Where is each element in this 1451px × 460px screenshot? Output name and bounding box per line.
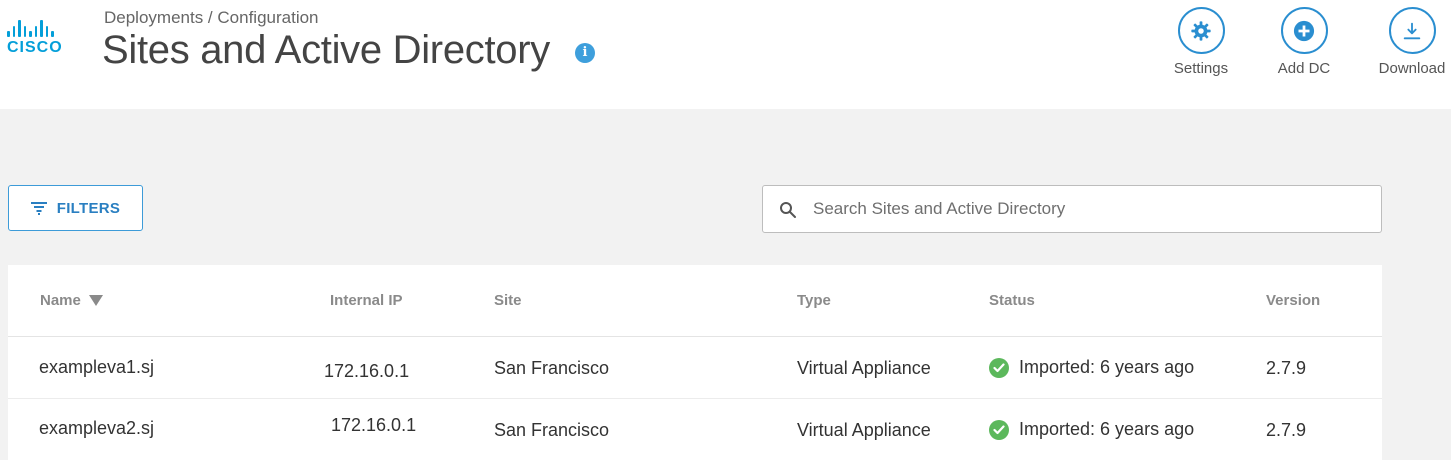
cell-name[interactable]: exampleva1.sj [39, 357, 154, 378]
add-dc-label: Add DC [1277, 60, 1331, 77]
download-icon [1388, 7, 1436, 54]
plus-circle-icon [1280, 7, 1328, 54]
column-header-internal-ip[interactable]: Internal IP [330, 292, 403, 309]
search-input[interactable] [813, 186, 1373, 232]
cell-site: San Francisco [494, 358, 610, 378]
filters-button[interactable]: FILTERS [8, 185, 143, 231]
cell-internal-ip: 172.16.0.1 [331, 415, 417, 435]
download-button[interactable]: Download [1372, 7, 1451, 77]
cisco-logo-wordmark: CISCO [7, 39, 63, 56]
cell-type: Virtual Appliance [797, 358, 931, 378]
column-header-site[interactable]: Site [494, 292, 522, 309]
column-header-type[interactable]: Type [797, 292, 831, 309]
page-header: CISCO Deployments / Configuration Sites … [0, 0, 1451, 109]
table-header: Name Internal IP Site Type Status Versio… [8, 265, 1382, 337]
table-row[interactable]: exampleva2.sj 172.16.0.1 San Francisco V… [8, 399, 1382, 460]
sort-down-icon [88, 295, 103, 306]
status-badge: Imported: 6 years ago [989, 357, 1194, 378]
table-row[interactable]: exampleva1.sj 172.16.0.1 San Francisco V… [8, 337, 1382, 399]
settings-button[interactable]: Settings [1161, 7, 1241, 77]
page-title: Sites and Active Directory [102, 28, 550, 72]
sites-table: Name Internal IP Site Type Status Versio… [8, 265, 1382, 460]
cell-name[interactable]: exampleva2.sj [39, 418, 154, 439]
filter-icon [30, 202, 47, 215]
filters-label: FILTERS [56, 199, 121, 217]
info-icon[interactable]: i [575, 43, 595, 63]
gear-icon [1177, 7, 1225, 54]
column-header-name[interactable]: Name [40, 292, 103, 309]
add-dc-button[interactable]: Add DC [1264, 7, 1344, 77]
column-header-version[interactable]: Version [1266, 292, 1320, 309]
search-icon [780, 202, 796, 218]
cell-site: San Francisco [494, 420, 610, 440]
cell-internal-ip: 172.16.0.1 [324, 361, 410, 381]
download-label: Download [1378, 60, 1446, 77]
check-circle-icon [989, 419, 1009, 440]
column-header-name-label: Name [40, 292, 81, 309]
column-header-status[interactable]: Status [989, 292, 1035, 309]
cell-version: 2.7.9 [1266, 358, 1307, 378]
check-circle-icon [989, 357, 1009, 378]
cisco-logo[interactable]: CISCO [7, 20, 73, 64]
search-box [762, 185, 1382, 233]
cell-status: Imported: 6 years ago [1019, 419, 1195, 439]
settings-label: Settings [1173, 60, 1229, 77]
cell-status: Imported: 6 years ago [1019, 357, 1195, 377]
cell-type: Virtual Appliance [797, 420, 931, 440]
breadcrumb: Deployments / Configuration [104, 8, 319, 27]
cisco-logo-bars [7, 20, 73, 37]
cell-version: 2.7.9 [1266, 420, 1307, 440]
status-badge: Imported: 6 years ago [989, 419, 1194, 440]
